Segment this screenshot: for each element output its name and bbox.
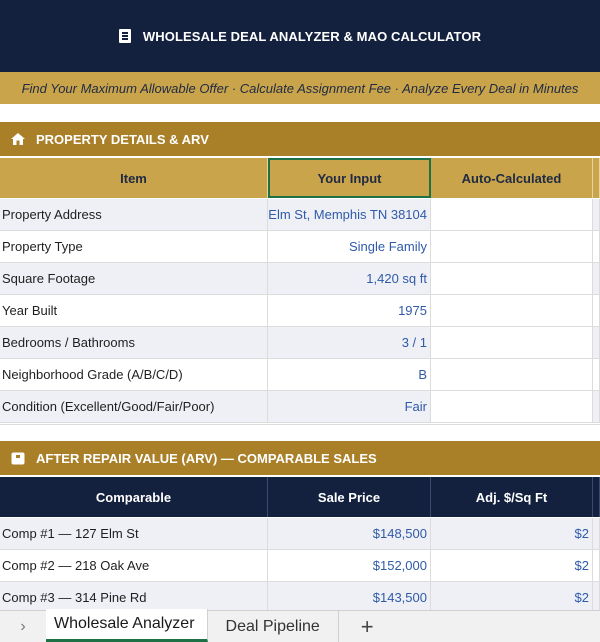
auto-calculated-cell[interactable] bbox=[431, 231, 593, 262]
column-header-overflow[interactable] bbox=[593, 477, 600, 517]
table-row[interactable]: Year Built 1975 bbox=[0, 295, 600, 327]
row-label[interactable]: Neighborhood Grade (A/B/C/D) bbox=[0, 359, 268, 390]
input-cell[interactable]: Fair bbox=[268, 391, 431, 422]
overflow-cell[interactable] bbox=[593, 295, 600, 326]
overflow-cell[interactable] bbox=[593, 391, 600, 422]
sale-price-cell[interactable]: $148,500 bbox=[268, 518, 431, 549]
property-section-title: PROPERTY DETAILS & ARV bbox=[36, 131, 209, 147]
property-table-header: Item Your Input Auto-Calculated bbox=[0, 158, 600, 198]
tab-wholesale-analyzer[interactable]: Wholesale Analyzer bbox=[46, 609, 208, 642]
add-sheet-button[interactable]: + bbox=[339, 611, 396, 642]
row-label[interactable]: Property Address bbox=[0, 199, 268, 230]
row-label[interactable]: Property Type bbox=[0, 231, 268, 262]
row-label[interactable]: Condition (Excellent/Good/Fair/Poor) bbox=[0, 391, 268, 422]
arv-section-header: AFTER REPAIR VALUE (ARV) — COMPARABLE SA… bbox=[0, 441, 600, 475]
sheet-title: WHOLESALE DEAL ANALYZER & MAO CALCULATOR bbox=[142, 28, 482, 44]
column-header-adj-per-sqft[interactable]: Adj. $/Sq Ft bbox=[431, 477, 593, 517]
auto-calculated-cell[interactable] bbox=[431, 263, 593, 294]
table-row[interactable]: Neighborhood Grade (A/B/C/D) B bbox=[0, 359, 600, 391]
overflow-cell[interactable] bbox=[593, 263, 600, 294]
overflow-cell[interactable] bbox=[593, 199, 600, 230]
document-icon bbox=[118, 29, 131, 43]
overflow-cell[interactable] bbox=[593, 327, 600, 358]
input-cell[interactable]: 1,420 sq ft bbox=[268, 263, 431, 294]
sheet-subtitle-band: Find Your Maximum Allowable Offer · Calc… bbox=[0, 72, 600, 104]
tab-deal-pipeline[interactable]: Deal Pipeline bbox=[208, 611, 339, 642]
sale-price-cell[interactable]: $152,000 bbox=[268, 550, 431, 581]
arv-section-title: AFTER REPAIR VALUE (ARV) — COMPARABLE SA… bbox=[36, 450, 377, 466]
column-header-auto-calculated[interactable]: Auto-Calculated bbox=[431, 158, 593, 198]
input-cell[interactable]: B bbox=[268, 359, 431, 390]
auto-calculated-cell[interactable] bbox=[431, 359, 593, 390]
column-header-your-input[interactable]: Your Input bbox=[268, 158, 431, 198]
column-header-comparable[interactable]: Comparable bbox=[0, 477, 268, 517]
table-row[interactable]: Comp #2 — 218 Oak Ave $152,000 $2 bbox=[0, 550, 600, 582]
row-label[interactable]: Bedrooms / Bathrooms bbox=[0, 327, 268, 358]
auto-calculated-cell[interactable] bbox=[431, 199, 593, 230]
table-row[interactable]: Property Type Single Family bbox=[0, 231, 600, 263]
property-section-header: PROPERTY DETAILS & ARV bbox=[0, 122, 600, 156]
comp-label[interactable]: Comp #1 — 127 Elm St bbox=[0, 518, 268, 549]
house-icon bbox=[10, 132, 26, 146]
input-cell[interactable]: Elm St, Memphis TN 38104 bbox=[268, 199, 431, 230]
overflow-cell[interactable] bbox=[593, 582, 600, 613]
table-row[interactable]: Square Footage 1,420 sq ft bbox=[0, 263, 600, 295]
auto-calculated-cell[interactable] bbox=[431, 295, 593, 326]
arv-table-header: Comparable Sale Price Adj. $/Sq Ft bbox=[0, 477, 600, 517]
comp-label[interactable]: Comp #2 — 218 Oak Ave bbox=[0, 550, 268, 581]
overflow-cell[interactable] bbox=[593, 518, 600, 549]
sale-price-cell[interactable]: $143,500 bbox=[268, 582, 431, 613]
column-header-item[interactable]: Item bbox=[0, 158, 268, 198]
adj-per-sqft-cell[interactable]: $2 bbox=[431, 582, 593, 613]
table-row[interactable]: Property Address Elm St, Memphis TN 3810… bbox=[0, 199, 600, 231]
overflow-cell[interactable] bbox=[593, 550, 600, 581]
auto-calculated-cell[interactable] bbox=[431, 327, 593, 358]
overflow-cell[interactable] bbox=[593, 359, 600, 390]
adj-per-sqft-cell[interactable]: $2 bbox=[431, 518, 593, 549]
table-row[interactable]: Condition (Excellent/Good/Fair/Poor) Fai… bbox=[0, 391, 600, 423]
box-icon bbox=[10, 451, 26, 465]
column-header-overflow[interactable] bbox=[593, 158, 600, 198]
overflow-cell[interactable] bbox=[593, 231, 600, 262]
input-cell[interactable]: Single Family bbox=[268, 231, 431, 262]
chevron-right-icon[interactable]: › bbox=[0, 611, 46, 642]
column-header-sale-price[interactable]: Sale Price bbox=[268, 477, 431, 517]
row-label[interactable]: Year Built bbox=[0, 295, 268, 326]
input-cell[interactable]: 3 / 1 bbox=[268, 327, 431, 358]
input-cell[interactable]: 1975 bbox=[268, 295, 431, 326]
row-label[interactable]: Square Footage bbox=[0, 263, 268, 294]
sheet-subtitle: Find Your Maximum Allowable Offer · Calc… bbox=[21, 80, 579, 96]
table-row[interactable]: Comp #1 — 127 Elm St $148,500 $2 bbox=[0, 518, 600, 550]
table-row[interactable]: Bedrooms / Bathrooms 3 / 1 bbox=[0, 327, 600, 359]
adj-per-sqft-cell[interactable]: $2 bbox=[431, 550, 593, 581]
auto-calculated-cell[interactable] bbox=[431, 391, 593, 422]
sheet-title-band: WHOLESALE DEAL ANALYZER & MAO CALCULATOR bbox=[0, 0, 600, 72]
empty-row[interactable] bbox=[0, 424, 600, 441]
sheet-tab-bar: › Wholesale Analyzer Deal Pipeline + bbox=[0, 609, 600, 642]
